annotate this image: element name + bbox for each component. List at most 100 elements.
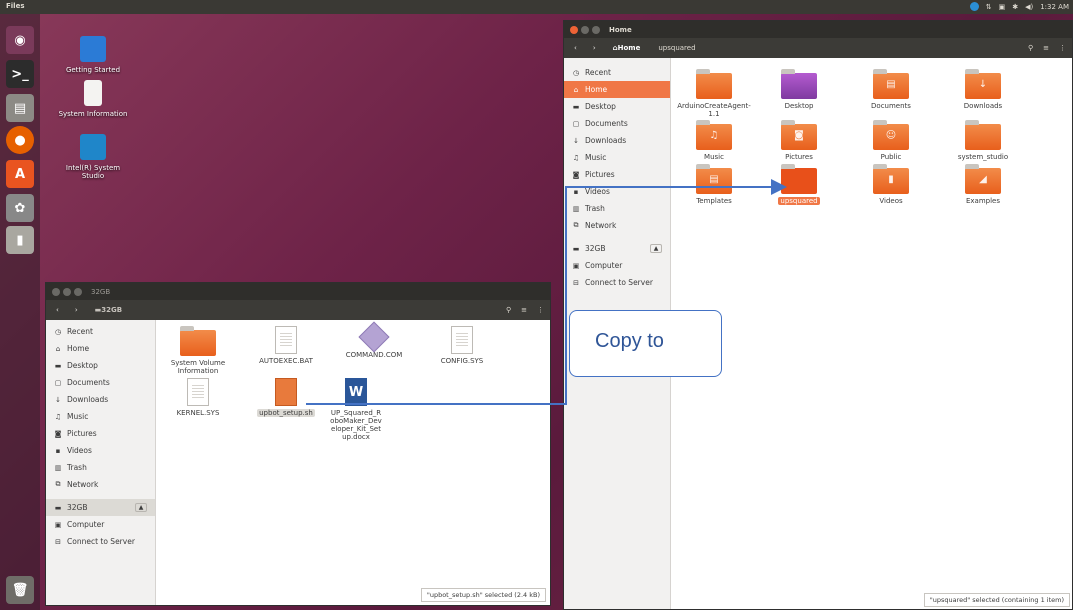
folder-icon: ◢	[965, 164, 1001, 194]
folder-icon: ▬	[572, 102, 580, 111]
folder-icon: ↓	[965, 69, 1001, 99]
firefox-icon[interactable]: ●	[6, 126, 34, 154]
back-button[interactable]: ‹	[570, 42, 581, 54]
view-toggle-icon[interactable]: ≡	[521, 306, 527, 314]
file-item[interactable]: ▤ Documents	[851, 69, 931, 110]
desktop-icon-getting-started[interactable]: Getting Started	[58, 36, 128, 74]
drive-toolbar: ‹ › ▬32GB ⚲ ≡ ⋮	[46, 300, 550, 320]
sidebar-item-videos[interactable]: ▪ Videos	[46, 442, 155, 459]
update-icon[interactable]	[969, 2, 979, 11]
back-button[interactable]: ‹	[52, 304, 63, 316]
sidebar-item-connect-to-server[interactable]: ⊟ Connect to Server	[46, 533, 155, 550]
sidebar-item-recent[interactable]: ◷ Recent	[46, 323, 155, 340]
sidebar-item-desktop[interactable]: ▬ Desktop	[564, 98, 670, 115]
sidebar-item-documents[interactable]: ▢ Documents	[46, 374, 155, 391]
document-icon: ▢	[572, 119, 580, 128]
intel-studio-icon	[80, 134, 106, 160]
file-item-selected[interactable]: upsquared	[759, 164, 839, 205]
breadcrumb-32gb[interactable]: ▬32GB	[90, 303, 127, 317]
eject-icon[interactable]: ▲	[135, 503, 147, 512]
settings-icon[interactable]: ✿	[6, 194, 34, 222]
file-item[interactable]: system_studio	[943, 120, 1023, 161]
sidebar-item-videos[interactable]: ▪ Videos	[564, 183, 670, 200]
top-panel: Files ⇅ ▣ ✱ ◀) 1:32 AM	[0, 0, 1073, 14]
file-item[interactable]: Desktop	[759, 69, 839, 110]
sidebar-item-32gb[interactable]: ▬ 32GB ▲	[564, 240, 670, 257]
file-item[interactable]: ▮ Videos	[851, 164, 931, 205]
maximize-button[interactable]	[592, 25, 600, 34]
sidebar-item-home[interactable]: ⌂ Home	[46, 340, 155, 357]
maximize-button[interactable]	[74, 287, 82, 296]
search-icon[interactable]: ⚲	[1028, 44, 1033, 52]
minimize-button[interactable]	[581, 25, 589, 34]
software-center-icon[interactable]: A	[6, 160, 34, 188]
sidebar-item-32gb[interactable]: ▬ 32GB ▲	[46, 499, 155, 516]
file-item[interactable]: ▤ Templates	[674, 164, 754, 205]
file-item[interactable]: W UP_Squared_RoboMaker_Developer_Kit_Setu…	[316, 378, 396, 441]
file-manager-icon[interactable]: ▤	[6, 94, 34, 122]
menu-icon[interactable]: ⋮	[1059, 44, 1066, 52]
breadcrumb-home[interactable]: ⌂Home	[608, 41, 646, 55]
menu-icon[interactable]: ⋮	[537, 306, 544, 314]
search-icon[interactable]: ⚲	[506, 306, 511, 314]
sidebar-item-pictures[interactable]: ◙ Pictures	[46, 425, 155, 442]
volume-icon[interactable]: ◀)	[1025, 3, 1033, 11]
bluetooth-icon[interactable]: ✱	[1012, 3, 1018, 11]
sidebar-item-network[interactable]: ⧉ Network	[46, 476, 155, 493]
file-item[interactable]: ◢ Examples	[943, 164, 1023, 205]
breadcrumb-upsquared[interactable]: upsquared	[653, 41, 700, 55]
dash-home-icon[interactable]: ◉	[6, 26, 34, 54]
sidebar-item-desktop[interactable]: ▬ Desktop	[46, 357, 155, 374]
sidebar-item-trash[interactable]: ▥ Trash	[564, 200, 670, 217]
folder-icon: ▬	[54, 361, 62, 370]
forward-button[interactable]: ›	[71, 304, 82, 316]
file-item[interactable]: ☺ Public	[851, 120, 931, 161]
sidebar-item-music[interactable]: ♫ Music	[46, 408, 155, 425]
sidebar-item-music[interactable]: ♫ Music	[564, 149, 670, 166]
launcher: ◉ >_ ▤ ● A ✿ ▮ 🗑	[0, 14, 40, 610]
app-menu-title[interactable]: Files	[6, 2, 25, 10]
clock[interactable]: 1:32 AM	[1040, 3, 1069, 11]
file-item[interactable]: KERNEL.SYS	[158, 378, 238, 417]
sidebar-item-recent[interactable]: ◷ Recent	[564, 64, 670, 81]
getting-started-icon	[80, 36, 106, 62]
file-item[interactable]: CONFIG.SYS	[422, 326, 502, 365]
file-item[interactable]: ↓ Downloads	[943, 69, 1023, 110]
sidebar-item-home[interactable]: ⌂ Home	[564, 81, 670, 98]
sidebar-item-computer[interactable]: ▣ Computer	[564, 257, 670, 274]
drive-icon: ▬	[572, 244, 580, 253]
clock-icon: ◷	[572, 68, 580, 77]
sidebar-item-computer[interactable]: ▣ Computer	[46, 516, 155, 533]
camera-icon: ◙	[572, 170, 580, 179]
file-item[interactable]: ♫ Music	[674, 120, 754, 161]
usb-drive-icon[interactable]: ▮	[6, 226, 34, 254]
close-button[interactable]	[52, 287, 60, 296]
sidebar-item-downloads[interactable]: ↓ Downloads	[46, 391, 155, 408]
sidebar-item-documents[interactable]: ▢ Documents	[564, 115, 670, 132]
keyboard-indicator-icon[interactable]: ▣	[999, 3, 1006, 11]
sidebar-item-connect-to-server[interactable]: ⊟ Connect to Server	[564, 274, 670, 291]
file-item[interactable]: ◙ Pictures	[759, 120, 839, 161]
sidebar-item-pictures[interactable]: ◙ Pictures	[564, 166, 670, 183]
eject-icon[interactable]: ▲	[650, 244, 662, 253]
document-icon	[84, 80, 102, 106]
network-indicator-icon[interactable]: ⇅	[986, 3, 992, 11]
minimize-button[interactable]	[63, 287, 71, 296]
network-icon: ⧉	[573, 221, 579, 229]
file-item[interactable]: System Volume Information	[158, 326, 238, 375]
sidebar-item-network[interactable]: ⧉ Network	[564, 217, 670, 234]
sidebar-item-downloads[interactable]: ↓ Downloads	[564, 132, 670, 149]
file-item-selected[interactable]: upbot_setup.sh	[246, 378, 326, 417]
terminal-icon[interactable]: >_	[6, 60, 34, 88]
view-toggle-icon[interactable]: ≡	[1043, 44, 1049, 52]
file-item[interactable]: ArduinoCreateAgent-1.1	[674, 69, 754, 118]
close-button[interactable]	[570, 25, 578, 34]
file-item[interactable]: COMMAND.COM	[334, 321, 414, 359]
desktop-icon-system-information[interactable]: System Information	[58, 80, 128, 118]
forward-button[interactable]: ›	[589, 42, 600, 54]
home-icon: ⌂	[55, 344, 61, 353]
trash-icon[interactable]: 🗑	[6, 576, 34, 604]
desktop-icon-intel-system-studio[interactable]: Intel(R) System Studio	[58, 134, 128, 180]
file-item[interactable]: AUTOEXEC.BAT	[246, 326, 326, 365]
sidebar-item-trash[interactable]: ▥ Trash	[46, 459, 155, 476]
